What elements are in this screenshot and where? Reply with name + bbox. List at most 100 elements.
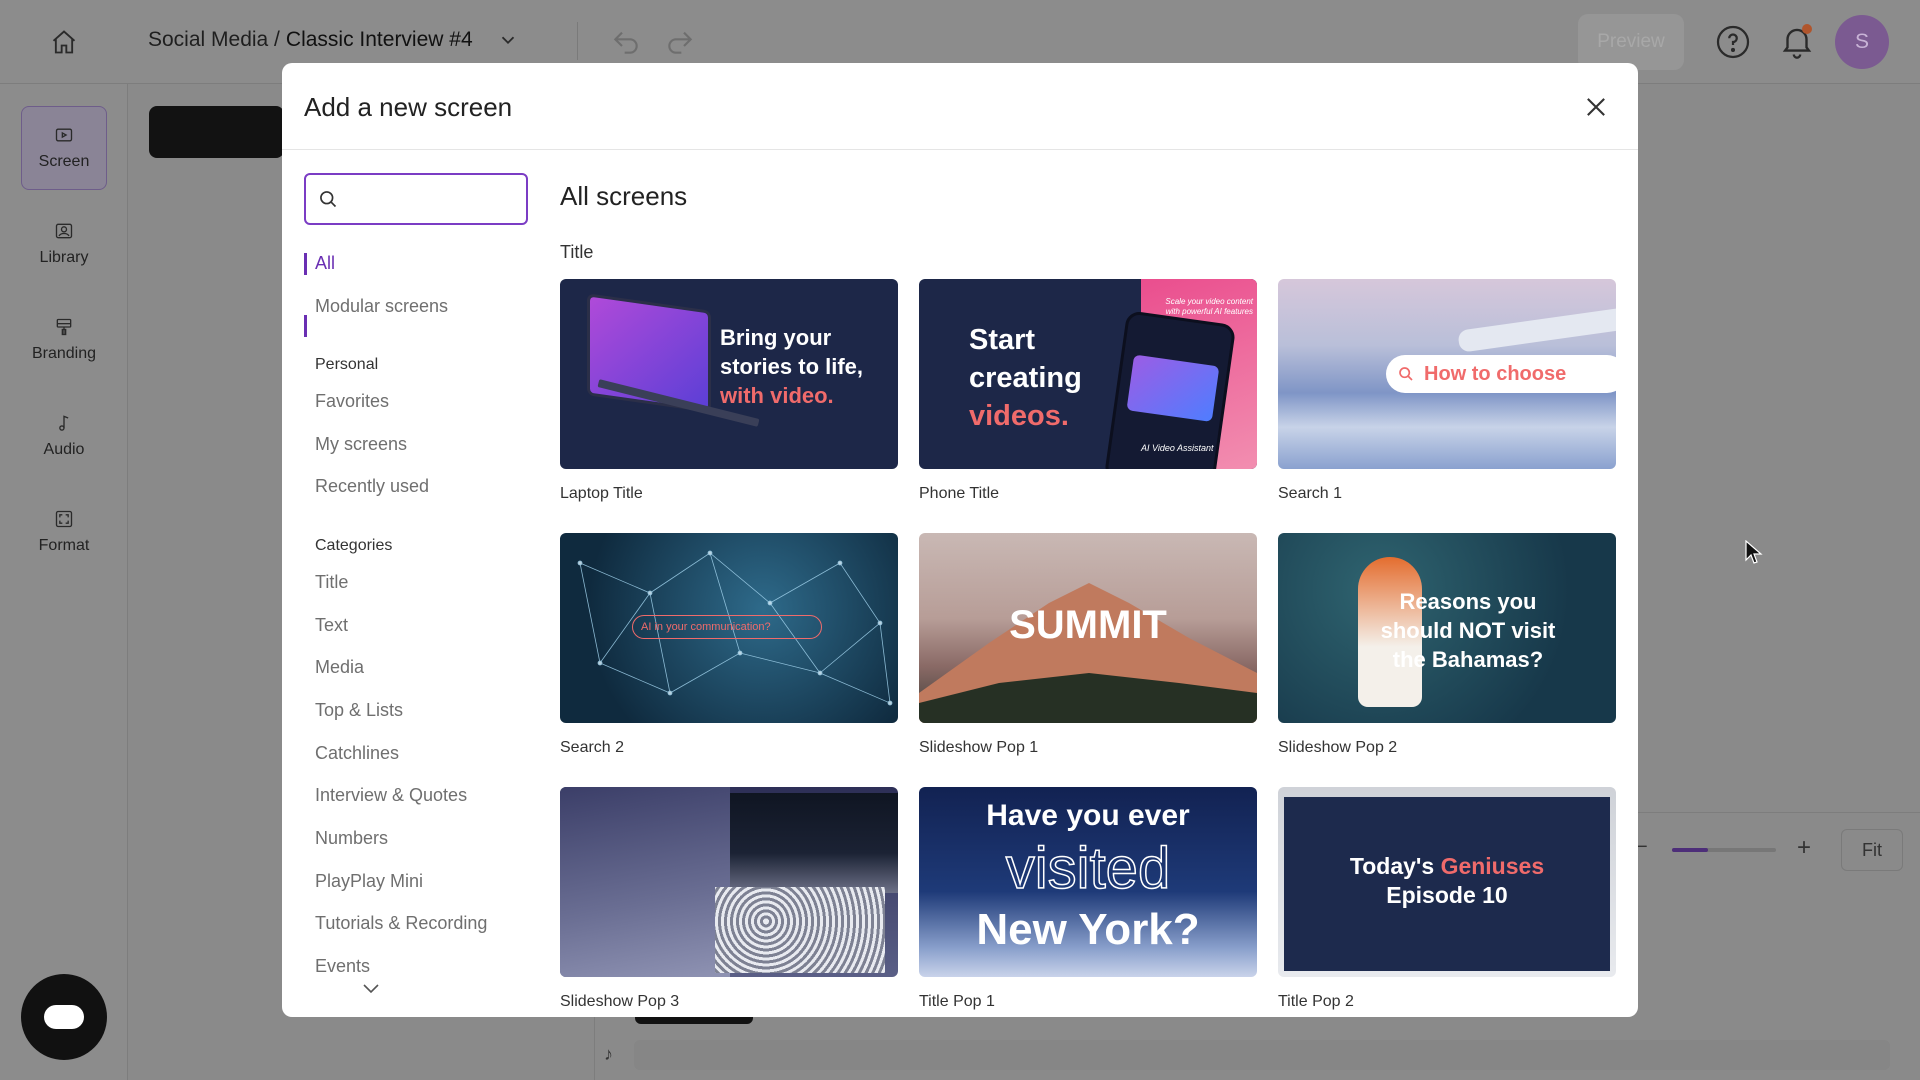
thumbnail-text-line1: Today's Geniuses (1349, 853, 1545, 879)
screen-card-label: Title Pop 2 (1278, 993, 1354, 1010)
sidebar-item-label: Audio (43, 441, 85, 458)
preview-button[interactable]: Preview (1578, 14, 1684, 70)
fit-button[interactable]: Fit (1841, 829, 1903, 871)
nav-item-title[interactable]: Title (315, 572, 348, 593)
thumbnail-search-bar: AI in your communication? (632, 615, 822, 639)
content-title: All screens (560, 181, 688, 211)
home-button[interactable] (44, 22, 84, 62)
search-icon (320, 191, 337, 208)
music-note-icon: ♪ (604, 1044, 613, 1064)
screen-thumbnail[interactable]: Bring your stories to life, with video. (560, 279, 898, 469)
home-icon (52, 30, 76, 54)
thumbnail-text-line3: New York? (976, 905, 1200, 954)
nav-item-playplay-mini[interactable]: PlayPlay Mini (315, 871, 423, 892)
sidebar-item-screen[interactable]: Screen (21, 106, 107, 190)
thumbnail-text-line1: Have you ever (986, 799, 1190, 832)
breadcrumb[interactable]: Social Media / Classic Interview #4 (148, 28, 519, 52)
avatar[interactable]: S (1835, 15, 1889, 69)
nav-item-text[interactable]: Text (315, 615, 348, 636)
chat-button[interactable] (21, 974, 107, 1060)
nav-item-top-lists[interactable]: Top & Lists (315, 700, 403, 721)
nav-item-interview-quotes[interactable]: Interview & Quotes (315, 785, 467, 806)
screen-thumbnail[interactable]: SUMMIT (919, 533, 1257, 723)
screen-card-label: Search 1 (1278, 485, 1343, 502)
nav-item-events[interactable]: Events (315, 956, 370, 977)
sidebar-item-library[interactable]: Library (21, 202, 107, 286)
nav-active-indicator (304, 253, 307, 275)
phone-caption: Scale your video content with powerful A… (1165, 297, 1253, 316)
breadcrumb-project[interactable]: Classic Interview #4 (286, 28, 473, 52)
thumbnail-text-line2: visited (1005, 835, 1171, 902)
breadcrumb-folder[interactable]: Social Media / (148, 28, 280, 52)
screen-thumbnail[interactable]: Have you ever visited New York? (919, 787, 1257, 977)
search-input[interactable] (348, 183, 518, 215)
screen-card-label: Slideshow Pop 3 (560, 993, 680, 1010)
screen-thumbnail[interactable]: AI in your communication? (560, 533, 898, 723)
thumbnail-text: SUMMIT (1009, 603, 1167, 647)
screen-thumbnail[interactable]: Reasons you should NOT visit the Bahamas… (1278, 533, 1616, 723)
screen-card-label: Phone Title (919, 485, 1000, 502)
divider (577, 22, 578, 60)
screen-card-label: Search 2 (560, 739, 625, 756)
search-icon (1399, 367, 1413, 381)
modal-header: Add a new screen (282, 63, 1638, 150)
search-field[interactable] (304, 173, 528, 225)
thumbnail-search-text: How to choose (1424, 363, 1567, 385)
nav-item-numbers[interactable]: Numbers (315, 828, 388, 849)
redo-icon[interactable] (664, 26, 696, 58)
timeline-track (634, 1040, 1890, 1070)
nav-active-indicator (304, 315, 307, 337)
screen-thumbnail[interactable] (560, 787, 898, 977)
add-screen-modal: Add a new screen All Modular screens Per… (282, 63, 1638, 1017)
format-icon (55, 510, 73, 528)
screen-card-label: Title Pop 1 (919, 993, 995, 1010)
nav-item-all[interactable]: All (315, 253, 335, 274)
sidebar-item-label: Library (39, 249, 89, 266)
nav-item-catchlines[interactable]: Catchlines (315, 743, 399, 764)
undo-icon[interactable] (610, 26, 642, 58)
notifications-button[interactable] (1778, 22, 1816, 60)
sidebar-item-label: Branding (31, 345, 97, 362)
zoom-in-button[interactable]: + (1797, 834, 1811, 862)
phone-footer: AI Video Assistant (1141, 443, 1214, 453)
sidebar-item-label: Format (38, 537, 90, 554)
background-add-button (149, 106, 284, 158)
sidebar-item-audio[interactable]: Audio (21, 394, 107, 478)
library-icon (55, 223, 73, 239)
notification-badge (1802, 24, 1812, 34)
chevron-down-icon[interactable] (362, 983, 380, 995)
branding-icon (56, 318, 72, 336)
audio-icon (59, 415, 69, 431)
modal-title: Add a new screen (304, 92, 513, 122)
help-icon[interactable] (1715, 24, 1751, 60)
sidebar-item-format[interactable]: Format (21, 490, 107, 574)
screen-thumbnail[interactable]: How to choose (1278, 279, 1616, 469)
mouse-cursor-icon (1745, 540, 1763, 564)
chat-icon (44, 1005, 84, 1029)
section-title-label: Title (560, 242, 594, 262)
thumbnail-text: Reasons you should NOT visit the Bahamas… (1380, 589, 1556, 672)
night-sky-image (730, 793, 898, 893)
phone-screen-image (1126, 354, 1220, 422)
screen-card-label: Slideshow Pop 1 (919, 739, 1039, 756)
chevron-down-icon[interactable] (497, 29, 519, 51)
screen-thumbnail[interactable]: Scale your video content with powerful A… (919, 279, 1257, 469)
nav-item-favorites[interactable]: Favorites (315, 391, 389, 412)
screen-thumbnail[interactable]: Today's Geniuses Episode 10 (1278, 787, 1616, 977)
nav-heading-categories: Categories (315, 537, 393, 554)
zoom-slider[interactable] (1672, 848, 1776, 852)
nav-item-my-screens[interactable]: My screens (315, 434, 407, 455)
screen-icon (55, 128, 73, 142)
close-icon[interactable] (1582, 93, 1610, 121)
nav-item-recently-used[interactable]: Recently used (315, 476, 429, 497)
nav-item-media[interactable]: Media (315, 657, 364, 678)
sidebar-item-label: Screen (38, 153, 90, 170)
nav-heading-personal: Personal (315, 356, 379, 373)
thumbnail-search-text: AI in your communication? (641, 621, 771, 633)
screen-card-label: Laptop Title (560, 485, 643, 502)
nav-item-tutorials-recording[interactable]: Tutorials & Recording (315, 913, 487, 934)
screen-card-label: Slideshow Pop 2 (1278, 739, 1398, 756)
sidebar-item-branding[interactable]: Branding (21, 298, 107, 382)
snowy-forest-image (560, 787, 730, 977)
nav-item-modular-screens[interactable]: Modular screens (315, 296, 448, 317)
